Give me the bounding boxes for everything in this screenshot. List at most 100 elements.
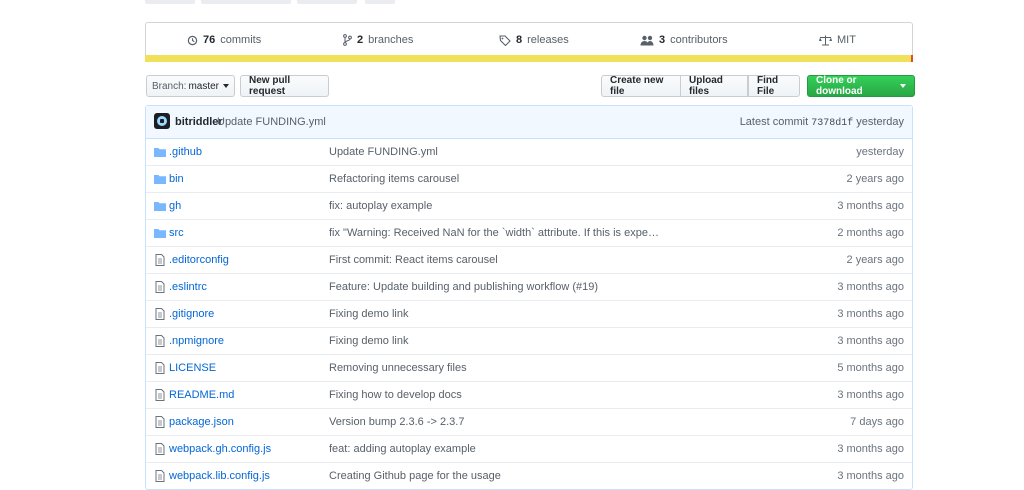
commit-age: yesterday (856, 146, 904, 158)
commit-age: 2 years ago (846, 173, 904, 185)
language-bar[interactable] (145, 55, 913, 62)
commit-message-link[interactable]: Feature: Update building and publishing … (329, 281, 598, 293)
file-icon (154, 443, 166, 455)
latest-commit-label: Latest commit (739, 116, 809, 128)
commit-age: 3 months ago (837, 389, 904, 401)
avatar[interactable] (154, 113, 170, 129)
chevron-down-icon (900, 84, 906, 88)
file-name-link[interactable]: LICENSE (169, 362, 216, 374)
commit-age: 2 months ago (837, 227, 904, 239)
latest-commit-info: Latest commit 7378d1f yesterday (740, 116, 904, 129)
commit-message-link[interactable]: fix "Warning: Received NaN for the `widt… (329, 227, 659, 239)
branch-icon (343, 34, 352, 46)
file-list: .github Update FUNDING.yml yesterday bin Ref… (146, 139, 912, 489)
file-name-link[interactable]: .editorconfig (169, 254, 229, 266)
file-icon (154, 416, 166, 428)
license-link[interactable]: MIT (819, 23, 856, 57)
clone-or-download-button[interactable]: Clone or download (807, 75, 915, 97)
file-icon (154, 389, 166, 401)
file-name-link[interactable]: .github (169, 146, 202, 158)
table-row: src fix "Warning: Received NaN for the `w… (146, 219, 912, 246)
commit-message-link[interactable]: Removing unnecessary files (329, 362, 467, 374)
file-name-link[interactable]: package.json (169, 416, 234, 428)
find-file-button[interactable]: Find File (748, 75, 800, 97)
commit-message-link[interactable]: Creating Github page for the usage (329, 470, 501, 482)
file-name-link[interactable]: webpack.gh.config.js (169, 443, 271, 455)
file-icon (154, 470, 166, 482)
commits-label: commits (220, 34, 262, 46)
commit-age: 3 months ago (837, 443, 904, 455)
table-row: .gitignore Fixing demo link 3 months ago (146, 300, 912, 327)
table-row: webpack.lib.config.js Creating Github pag… (146, 462, 912, 489)
file-icon (154, 335, 166, 347)
contributors-label: contributors (670, 34, 728, 46)
file-table: bitriddler Update FUNDING.yml Latest com… (145, 105, 913, 490)
folder-icon (154, 200, 166, 212)
commit-message-link[interactable]: First commit: React items carousel (329, 254, 498, 266)
commit-author[interactable]: bitriddler (175, 116, 223, 128)
table-row: .github Update FUNDING.yml yesterday (146, 139, 912, 165)
file-icon (154, 281, 166, 293)
table-row: .editorconfig First commit: React items c… (146, 246, 912, 273)
branches-count: 2 (357, 34, 364, 46)
commit-message-link[interactable]: feat: adding autoplay example (329, 443, 476, 455)
tag-icon (499, 34, 511, 46)
license-label: MIT (837, 34, 856, 46)
table-row: gh fix: autoplay example 3 months ago (146, 192, 912, 219)
commit-message-link[interactable]: Version bump 2.3.6 -> 2.3.7 (329, 416, 464, 428)
file-icon (154, 308, 166, 320)
file-name-link[interactable]: webpack.lib.config.js (169, 470, 270, 482)
commit-sha[interactable]: 7378d1f (811, 118, 853, 129)
commits-link[interactable]: 76 commits (187, 23, 261, 57)
commit-age: 3 months ago (837, 200, 904, 212)
branches-label: branches (368, 34, 414, 46)
folder-icon (154, 173, 166, 185)
table-row: LICENSE Removing unnecessary files 5 month… (146, 354, 912, 381)
commit-message-link[interactable]: fix: autoplay example (329, 200, 432, 212)
file-name-link[interactable]: bin (169, 173, 184, 185)
commit-message-link[interactable]: Fixing demo link (329, 308, 408, 320)
branch-prefix: Branch: (151, 80, 187, 92)
releases-link[interactable]: 8 releases (499, 23, 569, 57)
table-row: package.json Version bump 2.3.6 -> 2.3.7 7… (146, 408, 912, 435)
law-icon (819, 35, 832, 45)
commit-age: 5 months ago (837, 362, 904, 374)
releases-count: 8 (516, 34, 523, 46)
clone-or-download-label: Clone or download (816, 75, 863, 97)
branches-link[interactable]: 2 branches (343, 23, 413, 57)
table-row: bin Refactoring items carousel 2 years ago (146, 165, 912, 192)
history-icon (187, 35, 198, 45)
file-name-link[interactable]: .gitignore (169, 308, 214, 320)
commit-message-link[interactable]: Update FUNDING.yml (329, 146, 438, 158)
commit-age: 2 years ago (846, 254, 904, 266)
commit-message-link[interactable]: Fixing how to develop docs (329, 389, 462, 401)
contributors-count: 3 (659, 34, 666, 46)
folder-icon (154, 227, 166, 239)
file-name-link[interactable]: .eslintrc (169, 281, 207, 293)
file-name-link[interactable]: README.md (169, 389, 234, 401)
folder-icon (154, 146, 166, 158)
file-icon (154, 254, 166, 266)
table-row: .eslintrc Feature: Update building and pu… (146, 273, 912, 300)
file-name-link[interactable]: src (169, 227, 184, 239)
table-row: webpack.gh.config.js feat: adding autopla… (146, 435, 912, 462)
commit-message-link[interactable]: Refactoring items carousel (329, 173, 459, 185)
commit-message[interactable]: Update FUNDING.yml (217, 116, 326, 128)
new-pull-request-button[interactable]: New pull request (240, 75, 329, 97)
table-row: .npmignore Fixing demo link 3 months ago (146, 327, 912, 354)
file-name-link[interactable]: gh (169, 200, 181, 212)
commit-age: 3 months ago (837, 308, 904, 320)
releases-label: releases (527, 34, 569, 46)
chevron-down-icon (223, 84, 230, 88)
people-icon (640, 35, 654, 45)
table-row: README.md Fixing how to develop docs 3 mon… (146, 381, 912, 408)
commits-count: 76 (203, 34, 216, 46)
file-icon (154, 362, 166, 374)
contributors-link[interactable]: 3 contributors (640, 23, 728, 57)
create-new-file-button[interactable]: Create new file (601, 75, 681, 97)
commit-message-link[interactable]: Fixing demo link (329, 335, 408, 347)
commit-age: 3 months ago (837, 470, 904, 482)
upload-files-button[interactable]: Upload files (680, 75, 748, 97)
file-name-link[interactable]: .npmignore (169, 335, 224, 347)
branch-select-button[interactable]: Branch: master (146, 75, 235, 97)
